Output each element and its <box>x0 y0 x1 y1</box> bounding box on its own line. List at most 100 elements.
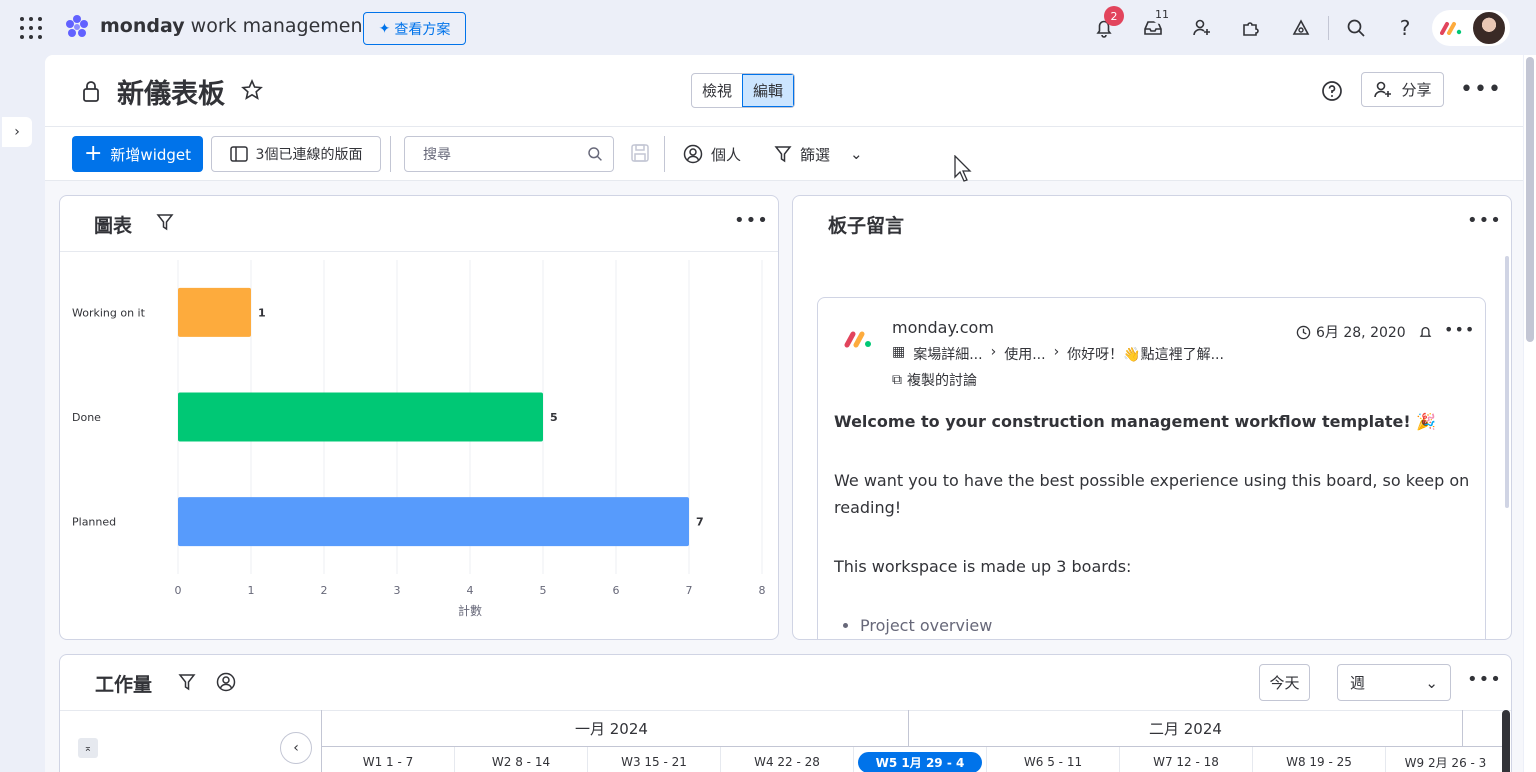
dashboard-toolbar: + 新增widget 3個已連線的版面 搜尋 個人 篩選 ⌄ <box>45 127 1523 181</box>
scrollbar-thumb[interactable] <box>1526 57 1534 342</box>
week-cell[interactable]: W8 19 - 25 <box>1253 747 1386 772</box>
chart-more-button[interactable]: ••• <box>734 210 769 231</box>
bar <box>178 392 543 442</box>
add-widget-button[interactable]: + 新增widget <box>72 136 203 172</box>
x-tick-label: 1 <box>248 584 255 597</box>
left-rail: › <box>0 55 36 772</box>
copy-icon: ⧉ <box>892 372 902 388</box>
board-more-button[interactable]: ••• <box>1460 77 1502 102</box>
connected-boards-button[interactable]: 3個已連線的版面 <box>211 136 381 172</box>
week-cell[interactable]: W3 15 - 21 <box>588 747 721 772</box>
lock-icon <box>83 81 99 102</box>
search-button[interactable] <box>1342 14 1370 42</box>
week-header: W1 1 - 7 W2 8 - 14 W3 15 - 21 W4 22 - 28… <box>322 746 1506 772</box>
bar-chart: 0 1 2 3 4 5 6 7 8 Working on it 1 Done 5 Planned 7 計數 <box>72 260 766 618</box>
week-cell[interactable]: W1 1 - 7 <box>322 747 455 772</box>
updates-more-button[interactable]: ••• <box>1467 210 1502 231</box>
collapse-icon[interactable]: ⌅ <box>78 738 98 758</box>
invite-button[interactable] <box>1188 14 1216 42</box>
person-filter-button[interactable]: 個人 <box>683 136 741 172</box>
plus-icon: + <box>83 141 103 166</box>
bell-icon[interactable] <box>1418 325 1433 340</box>
puzzle-icon <box>1243 22 1259 36</box>
monday-mini-logo <box>1440 22 1462 35</box>
post-paragraph: This workspace is made up 3 boards: <box>834 557 1132 576</box>
post-more-button[interactable]: ••• <box>1444 320 1475 339</box>
robot-icon <box>1292 19 1310 35</box>
ellipsis-icon: ••• <box>1460 77 1502 102</box>
y-category-label: Done <box>72 411 101 424</box>
share-button[interactable]: 分享 <box>1361 72 1444 107</box>
apps-button[interactable] <box>1237 14 1265 42</box>
x-tick-label: 3 <box>394 584 401 597</box>
person-circle-icon <box>683 144 703 164</box>
help-circle-icon[interactable] <box>1321 80 1343 102</box>
x-tick-label: 5 <box>540 584 547 597</box>
expand-sidebar-button[interactable]: › <box>2 117 32 147</box>
post-author[interactable]: monday.com <box>892 318 994 337</box>
workload-more-button[interactable]: ••• <box>1467 669 1502 690</box>
divider <box>664 136 665 172</box>
breadcrumb-item[interactable]: 使用... <box>1004 344 1045 364</box>
mouse-cursor-icon <box>954 155 972 182</box>
bar-value-label: 1 <box>258 306 266 319</box>
updates-scrollbar[interactable] <box>1505 256 1509 508</box>
chevron-right-icon: › <box>14 124 20 140</box>
app-switcher-icon[interactable] <box>20 17 42 39</box>
board-lock-icon: ▦ <box>892 344 906 360</box>
filter-icon[interactable] <box>178 673 196 691</box>
bar-value-label: 7 <box>696 516 704 529</box>
week-cell[interactable]: W9 2月 26 - 3 <box>1386 747 1506 772</box>
dashboard-main: 新儀表板 檢視 編輯 分享 ••• + 新增widget 3個已連線的版面 搜尋 <box>45 55 1523 772</box>
search-icon <box>588 147 602 161</box>
view-mode-button[interactable]: 檢視 <box>692 74 742 107</box>
person-circle-icon[interactable] <box>216 672 236 692</box>
workload-widget-title: 工作量 <box>95 674 153 696</box>
y-category-label: Working on it <box>72 306 146 319</box>
page-scrollbar[interactable] <box>1524 55 1536 772</box>
bar <box>178 497 689 547</box>
week-cell[interactable]: W6 5 - 11 <box>987 747 1120 772</box>
post-date: 6月 28, 2020 <box>1296 322 1406 342</box>
see-plans-button[interactable]: ✦ 查看方案 <box>363 12 466 45</box>
week-cell[interactable]: W7 12 - 18 <box>1120 747 1253 772</box>
x-tick-label: 6 <box>613 584 620 597</box>
filter-icon[interactable] <box>156 213 174 231</box>
post-paragraph: We want you to have the best possible ex… <box>834 471 1470 517</box>
week-cell[interactable]: W2 8 - 14 <box>455 747 588 772</box>
post-list: Project overview <box>834 612 1474 639</box>
chevron-right-icon: › <box>1053 344 1060 360</box>
notifications-button[interactable]: 2 <box>1090 6 1124 42</box>
x-tick-label: 0 <box>175 584 182 597</box>
account-menu[interactable] <box>1432 10 1510 46</box>
ai-button[interactable] <box>1287 14 1315 42</box>
question-mark-icon: ? <box>1399 16 1411 40</box>
inbox-button[interactable]: 11 <box>1139 4 1173 42</box>
breadcrumb-item[interactable]: 你好呀！👋點這裡了解... <box>1067 344 1224 364</box>
month-label: 二月 2024 <box>1149 720 1222 738</box>
week-cell[interactable]: W4 22 - 28 <box>721 747 854 772</box>
timeline-scrollbar[interactable] <box>1502 710 1510 772</box>
chart-widget: 圖表 ••• 0 1 2 3 4 5 6 7 8 Working on it 1 Done 5 Plann… <box>59 195 779 640</box>
current-week-cell[interactable]: W5 1月 29 - 4 <box>854 747 987 772</box>
board-header: 新儀表板 檢視 編輯 分享 ••• <box>45 55 1523 127</box>
board-title[interactable]: 新儀表板 <box>117 72 225 111</box>
divider <box>908 710 909 746</box>
view-mode-toggle: 檢視 編輯 <box>691 73 796 108</box>
help-button[interactable]: ? <box>1391 14 1419 42</box>
today-button[interactable]: 今天 <box>1259 664 1310 701</box>
monday-logo[interactable] <box>62 12 92 42</box>
previous-period-button[interactable]: ‹ <box>280 732 312 764</box>
top-bar: monday work management ✦ 查看方案 2 11 ? <box>0 0 1536 55</box>
time-scale-select[interactable]: 週 ⌄ <box>1337 664 1451 701</box>
breadcrumb-item[interactable]: 案場詳細... <box>913 344 982 364</box>
y-category-label: Planned <box>72 516 116 529</box>
monday-logo <box>844 331 871 348</box>
search-input[interactable]: 搜尋 <box>404 136 614 172</box>
edit-mode-button[interactable]: 編輯 <box>742 74 795 107</box>
save-icon[interactable] <box>631 144 649 162</box>
bar <box>178 287 251 337</box>
filter-button[interactable]: 篩選 ⌄ <box>774 136 863 172</box>
star-icon[interactable] <box>241 79 263 101</box>
sparkle-icon: ✦ <box>378 20 391 37</box>
